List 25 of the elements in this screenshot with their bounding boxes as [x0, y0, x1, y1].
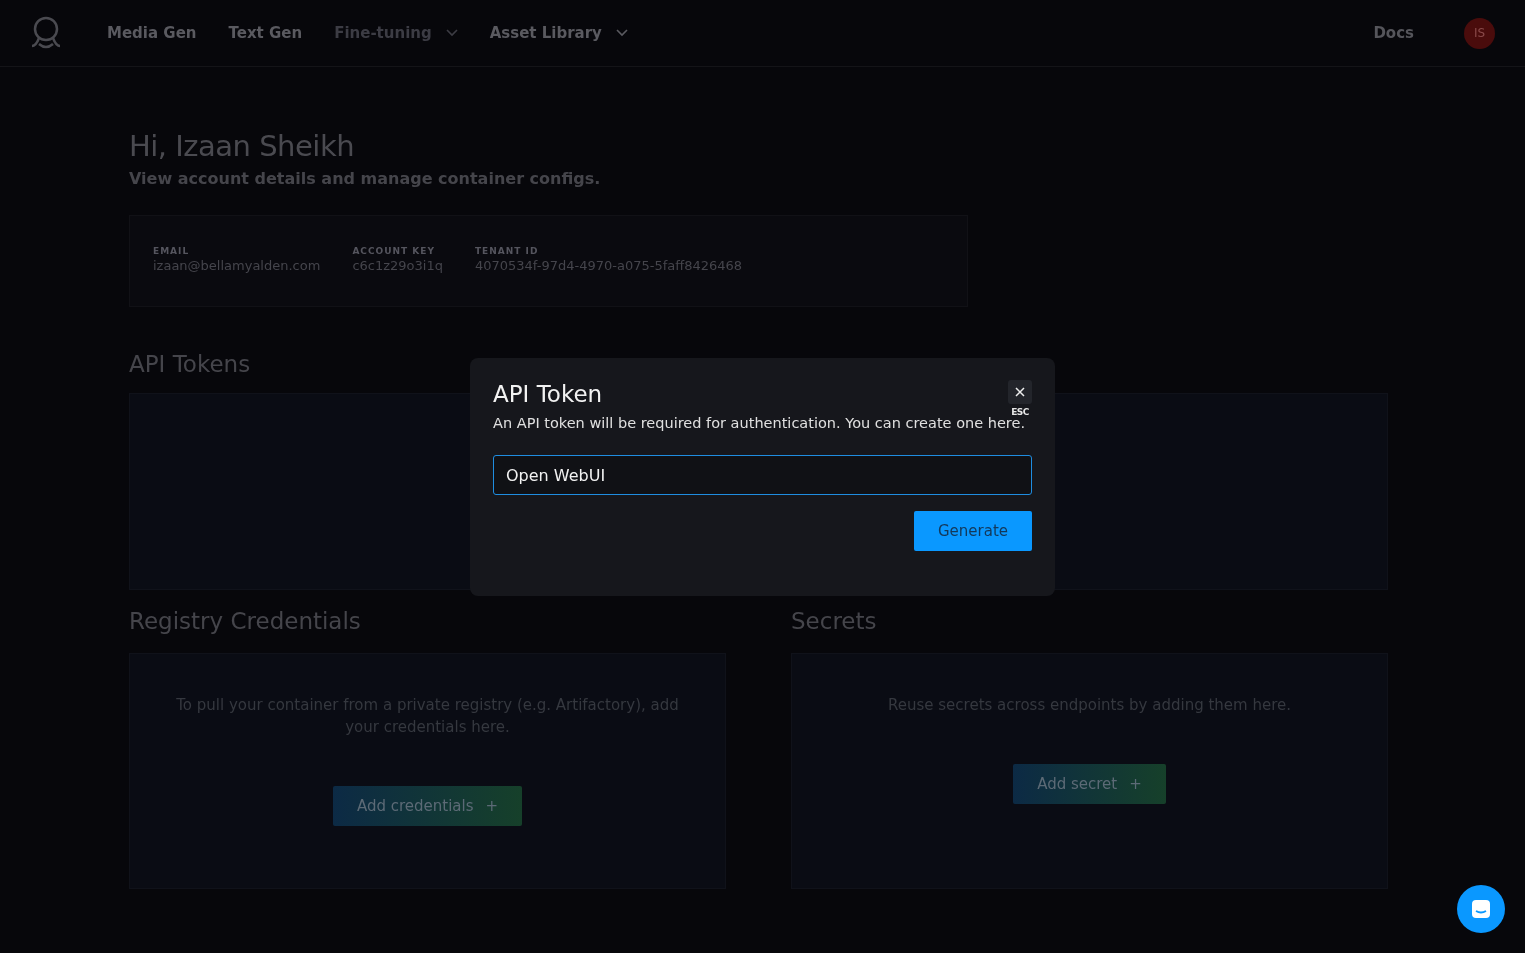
field-label: ACCOUNT KEY: [352, 246, 436, 256]
nav-link[interactable]: Text Gen: [228, 24, 303, 42]
greeting-title: Hi, Izaan Sheikh: [129, 129, 356, 163]
generate-button[interactable]: Generate: [914, 511, 1032, 551]
section-title: API Tokens: [129, 351, 252, 379]
shortcut-hint: ESC: [1011, 407, 1029, 417]
field-value: 4070534f-97d4-4970-a075-5faff8426468: [474, 258, 743, 273]
section-title: Registry Credentials: [129, 608, 362, 636]
chat-button[interactable]: [1457, 885, 1505, 933]
greeting-subtitle: View account details and manage container configs.: [129, 169, 602, 188]
close-icon: [1015, 387, 1025, 397]
user-avatar[interactable]: IS: [1464, 17, 1495, 49]
close-button[interactable]: [1008, 380, 1032, 404]
section-title: Secrets: [791, 608, 878, 636]
token-name-field[interactable]: Open WebUI: [493, 455, 1032, 495]
docs-link[interactable]: Docs: [1373, 24, 1414, 42]
add-secret-button[interactable]: Add secret +: [1013, 764, 1166, 804]
add-credentials-button[interactable]: Add credentials +: [332, 786, 523, 826]
modal-title: API Token: [493, 381, 603, 409]
chat-icon: [1470, 898, 1492, 920]
nav-link[interactable]: Media Gen: [107, 24, 197, 42]
field-label: EMAIL: [153, 246, 191, 256]
modal-description: An API token will be required for authentication. You can create one here.: [493, 415, 1027, 431]
field-label: TENANT ID: [474, 246, 540, 256]
nav-link[interactable]: Asset Library: [489, 24, 628, 42]
